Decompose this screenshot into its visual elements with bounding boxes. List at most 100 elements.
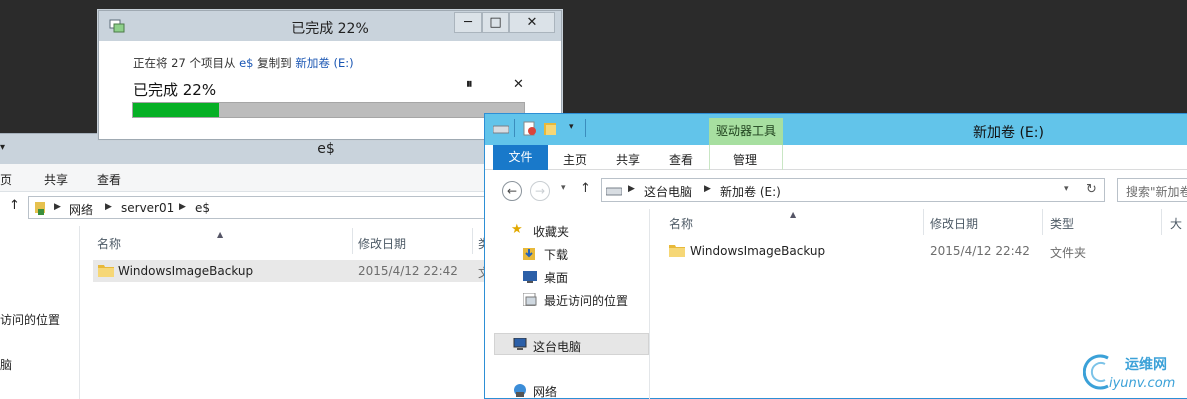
minimize-button[interactable]: ─ xyxy=(454,12,482,33)
tab-home[interactable]: 主页 xyxy=(563,151,587,168)
nav-network[interactable]: 网络 xyxy=(533,383,557,399)
breadcrumb-e-share[interactable]: e$ xyxy=(195,201,210,215)
column-divider[interactable] xyxy=(352,228,353,254)
nav-recent-places[interactable]: 最近访问的位置 xyxy=(544,292,628,309)
toolbar-divider xyxy=(585,119,586,137)
right-ribbon-tabs: 文件 主页 共享 查看 管理 xyxy=(485,145,1187,170)
tab-share[interactable]: 共享 xyxy=(44,171,68,188)
file-modified: 2015/4/12 22:42 xyxy=(930,244,1030,258)
file-row[interactable]: WindowsImageBackup 2015/4/12 22:42 文件夹 xyxy=(663,240,1187,262)
nav-this-pc[interactable]: 脑 xyxy=(0,356,12,373)
folder-icon xyxy=(669,245,685,257)
right-navigation-pane: ★ 收藏夹 下载 桌面 最近访问的位置 这台电脑 网络 xyxy=(485,209,650,399)
column-header-type[interactable]: 类型 xyxy=(1050,215,1074,232)
left-explorer-window: ▾ e$ 页 共享 查看 ↑ ▶ 网络 ▶ server01 ▶ e$ 访问的位… xyxy=(0,133,498,399)
copy-dialog-titlebar[interactable]: 已完成 22% ─ □ ✕ xyxy=(99,11,561,41)
back-button[interactable]: ← xyxy=(502,181,522,201)
copy-description-prefix: 正在将 27 个项目从 xyxy=(133,56,240,70)
breadcrumb-separator-icon[interactable]: ▶ xyxy=(105,202,112,212)
progress-bar-fill xyxy=(133,103,220,117)
nav-desktop[interactable]: 桌面 xyxy=(544,269,568,286)
column-header-name[interactable]: 名称 xyxy=(97,235,121,252)
breadcrumb-separator-icon[interactable]: ▶ xyxy=(179,202,186,212)
right-window-title: 新加卷 (E:) xyxy=(973,125,1044,141)
cancel-button[interactable]: ✕ xyxy=(513,77,524,92)
address-dropdown-icon[interactable]: ▾ xyxy=(1064,184,1069,194)
forward-button[interactable]: → xyxy=(530,181,550,201)
column-divider[interactable] xyxy=(923,209,924,235)
sort-ascending-icon: ▲ xyxy=(217,230,224,239)
tab-share[interactable]: 共享 xyxy=(616,151,640,168)
file-type: 文件夹 xyxy=(1050,246,1087,260)
source-link[interactable]: e$ xyxy=(239,56,253,70)
watermark: 运维网 iyunv.com xyxy=(1083,350,1183,396)
folder-icon xyxy=(98,265,114,277)
left-address-bar[interactable]: ▶ 网络 ▶ server01 ▶ e$ xyxy=(28,196,498,219)
up-arrow-icon[interactable]: ↑ xyxy=(580,181,591,196)
column-divider[interactable] xyxy=(1042,209,1043,235)
column-header-name[interactable]: 名称 xyxy=(669,215,693,232)
breadcrumb-new-volume[interactable]: 新加卷 (E:) xyxy=(720,183,781,200)
tab-home-partial[interactable]: 页 xyxy=(0,171,12,188)
watermark-en-text: iyunv.com xyxy=(1109,376,1176,391)
properties-icon[interactable] xyxy=(523,121,537,137)
copy-description-middle: 复制到 xyxy=(253,56,296,70)
pause-button[interactable]: ⏸ xyxy=(466,77,473,92)
new-folder-icon[interactable] xyxy=(543,121,559,137)
recent-locations-dropdown-icon[interactable]: ▾ xyxy=(561,183,566,193)
file-modified: 2015/4/12 22:42 xyxy=(358,264,458,278)
right-explorer-window: ▾ 驱动器工具 新加卷 (E:) 文件 主页 共享 查看 管理 ← → ▾ ↑ … xyxy=(484,113,1187,399)
left-ribbon-tabs: 页 共享 查看 xyxy=(0,164,492,192)
right-window-titlebar[interactable]: ▾ 驱动器工具 新加卷 (E:) xyxy=(485,114,1187,145)
watermark-cn-text: 运维网 xyxy=(1125,357,1167,373)
breadcrumb-separator-icon[interactable]: ▶ xyxy=(628,184,635,194)
tab-manage[interactable]: 管理 xyxy=(733,151,757,168)
tab-view[interactable]: 查看 xyxy=(669,151,693,168)
nav-recent-places[interactable]: 访问的位置 xyxy=(0,311,60,328)
file-name: WindowsImageBackup xyxy=(118,264,254,278)
column-header-modified[interactable]: 修改日期 xyxy=(358,235,406,252)
copy-dialog-body: 正在将 27 个项目从 e$ 复制到 新加卷 (E:) 已完成 22% ⏸ ✕ xyxy=(99,41,561,100)
nav-this-pc[interactable]: 这台电脑 xyxy=(533,338,581,355)
nav-downloads[interactable]: 下载 xyxy=(544,246,568,263)
column-divider[interactable] xyxy=(472,228,473,254)
drive-icon xyxy=(493,125,509,134)
breadcrumb-separator-icon[interactable]: ▶ xyxy=(54,202,61,212)
tab-view[interactable]: 查看 xyxy=(97,171,121,188)
tab-file[interactable]: 文件 xyxy=(493,145,548,170)
recent-places-icon xyxy=(523,293,537,306)
desktop-icon xyxy=(523,271,537,283)
network-icon xyxy=(514,384,526,397)
refresh-icon[interactable]: ↻ xyxy=(1086,182,1097,197)
right-address-bar[interactable]: ▶ 这台电脑 ▶ 新加卷 (E:) ▾ ↻ xyxy=(601,178,1105,202)
left-window-title: e$ xyxy=(317,141,335,157)
column-header-size[interactable]: 大 xyxy=(1170,215,1182,232)
right-address-row: ← → ▾ ↑ ▶ 这台电脑 ▶ 新加卷 (E:) ▾ ↻ 搜索"新加卷 xyxy=(485,171,1187,209)
toolbar-divider xyxy=(514,119,515,137)
up-arrow-icon[interactable]: ↑ xyxy=(9,198,20,213)
search-input[interactable]: 搜索"新加卷 xyxy=(1117,178,1187,202)
column-header-modified[interactable]: 修改日期 xyxy=(930,215,978,232)
maximize-button[interactable]: □ xyxy=(482,12,509,33)
copy-description: 正在将 27 个项目从 e$ 复制到 新加卷 (E:) xyxy=(133,55,527,71)
favorites-star-icon: ★ xyxy=(511,222,523,237)
file-row[interactable]: WindowsImageBackup 2015/4/12 22:42 文 xyxy=(93,260,493,282)
breadcrumb-separator-icon[interactable]: ▶ xyxy=(704,184,711,194)
computer-icon xyxy=(513,338,527,350)
destination-link[interactable]: 新加卷 (E:) xyxy=(295,56,353,70)
left-address-row: ↑ ▶ 网络 ▶ server01 ▶ e$ xyxy=(0,192,498,224)
network-folder-icon xyxy=(35,202,45,215)
copy-progress-bar xyxy=(132,102,525,118)
breadcrumb-network[interactable]: 网络 xyxy=(69,201,93,218)
file-name: WindowsImageBackup xyxy=(690,244,826,258)
breadcrumb-server01[interactable]: server01 xyxy=(121,201,174,215)
column-divider[interactable] xyxy=(1161,209,1162,235)
close-button[interactable]: ✕ xyxy=(509,12,555,33)
downloads-icon xyxy=(523,248,535,260)
quick-access-dropdown-icon[interactable]: ▾ xyxy=(569,122,574,132)
sort-ascending-icon: ▲ xyxy=(790,210,797,219)
drive-tools-contextual-group: 驱动器工具 xyxy=(709,118,783,145)
nav-favorites[interactable]: 收藏夹 xyxy=(533,223,569,240)
drive-icon xyxy=(606,187,622,196)
breadcrumb-this-pc[interactable]: 这台电脑 xyxy=(644,183,692,200)
